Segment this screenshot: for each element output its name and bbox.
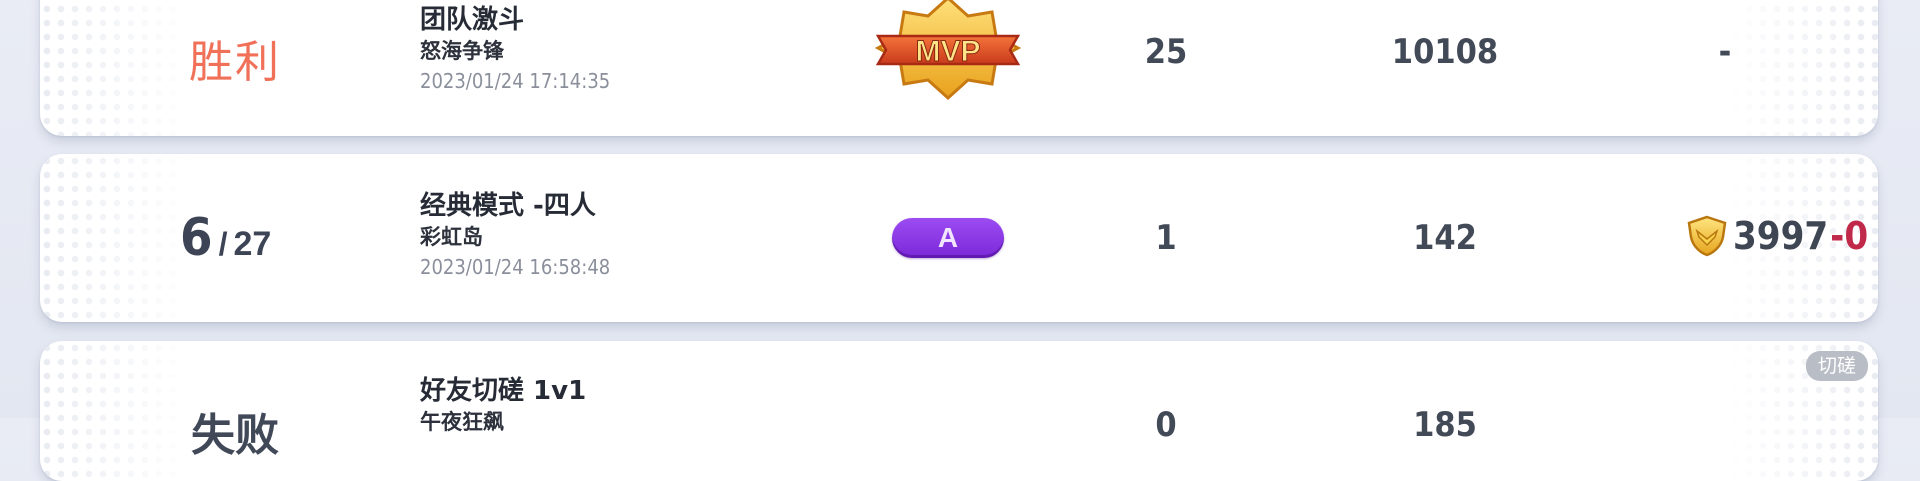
mvp-label: MVP [915,35,980,68]
points-value: 185 [1413,405,1477,445]
score-value: 1 [1155,218,1177,258]
match-info: 经典模式 -四人 彩虹岛 2023/01/24 16:58:48 [420,190,610,282]
match-record-card[interactable]: 6/27 经典模式 -四人 彩虹岛 2023/01/24 16:58:48 A … [40,154,1878,322]
match-info: 团队激斗 怒海争锋 2023/01/24 17:14:35 [420,4,610,96]
map-name: 彩虹岛 [420,225,483,249]
rank-position: 6 [180,208,213,268]
game-mode: 好友切磋 1v1 [420,376,587,406]
card-pattern-left [40,154,190,322]
rank-separator: / [218,226,228,262]
score-value: 25 [1144,32,1188,72]
match-record-card[interactable]: 切磋 失败 好友切磋 1v1 午夜狂飙 0 185 [40,341,1878,481]
match-info: 好友切磋 1v1 午夜狂飙 [420,375,586,437]
game-mode: 经典模式 -四人 [420,191,596,221]
grade-badge: A [892,218,1004,258]
rank-points-total: 3997 [1733,214,1829,258]
rank-total: 27 [233,225,272,263]
rank-points-change: -0 [1830,214,1869,258]
match-record-card[interactable]: 胜利 团队激斗 怒海争锋 2023/01/24 17:14:35 MVP 25 … [40,0,1878,136]
map-name: 午夜狂飙 [420,410,504,434]
gold-shield-icon [1687,215,1727,257]
rank-change-value: - [1718,32,1732,72]
rank-points: 3997 -0 [1685,214,1868,258]
points-value: 142 [1413,218,1477,258]
mvp-badge-icon: MVP [874,0,1022,100]
match-result: 胜利 [189,37,281,88]
points-value: 10108 [1391,32,1499,72]
match-time: 2023/01/24 16:58:48 [420,255,611,279]
score-value: 0 [1155,405,1177,445]
match-time: 2023/01/24 17:14:35 [420,69,611,93]
match-result: 失败 [191,410,279,461]
map-name: 怒海争锋 [420,39,504,63]
match-type-tag: 切磋 [1805,351,1868,381]
rank-display: 6/27 [180,208,271,268]
game-mode: 团队激斗 [420,5,525,35]
